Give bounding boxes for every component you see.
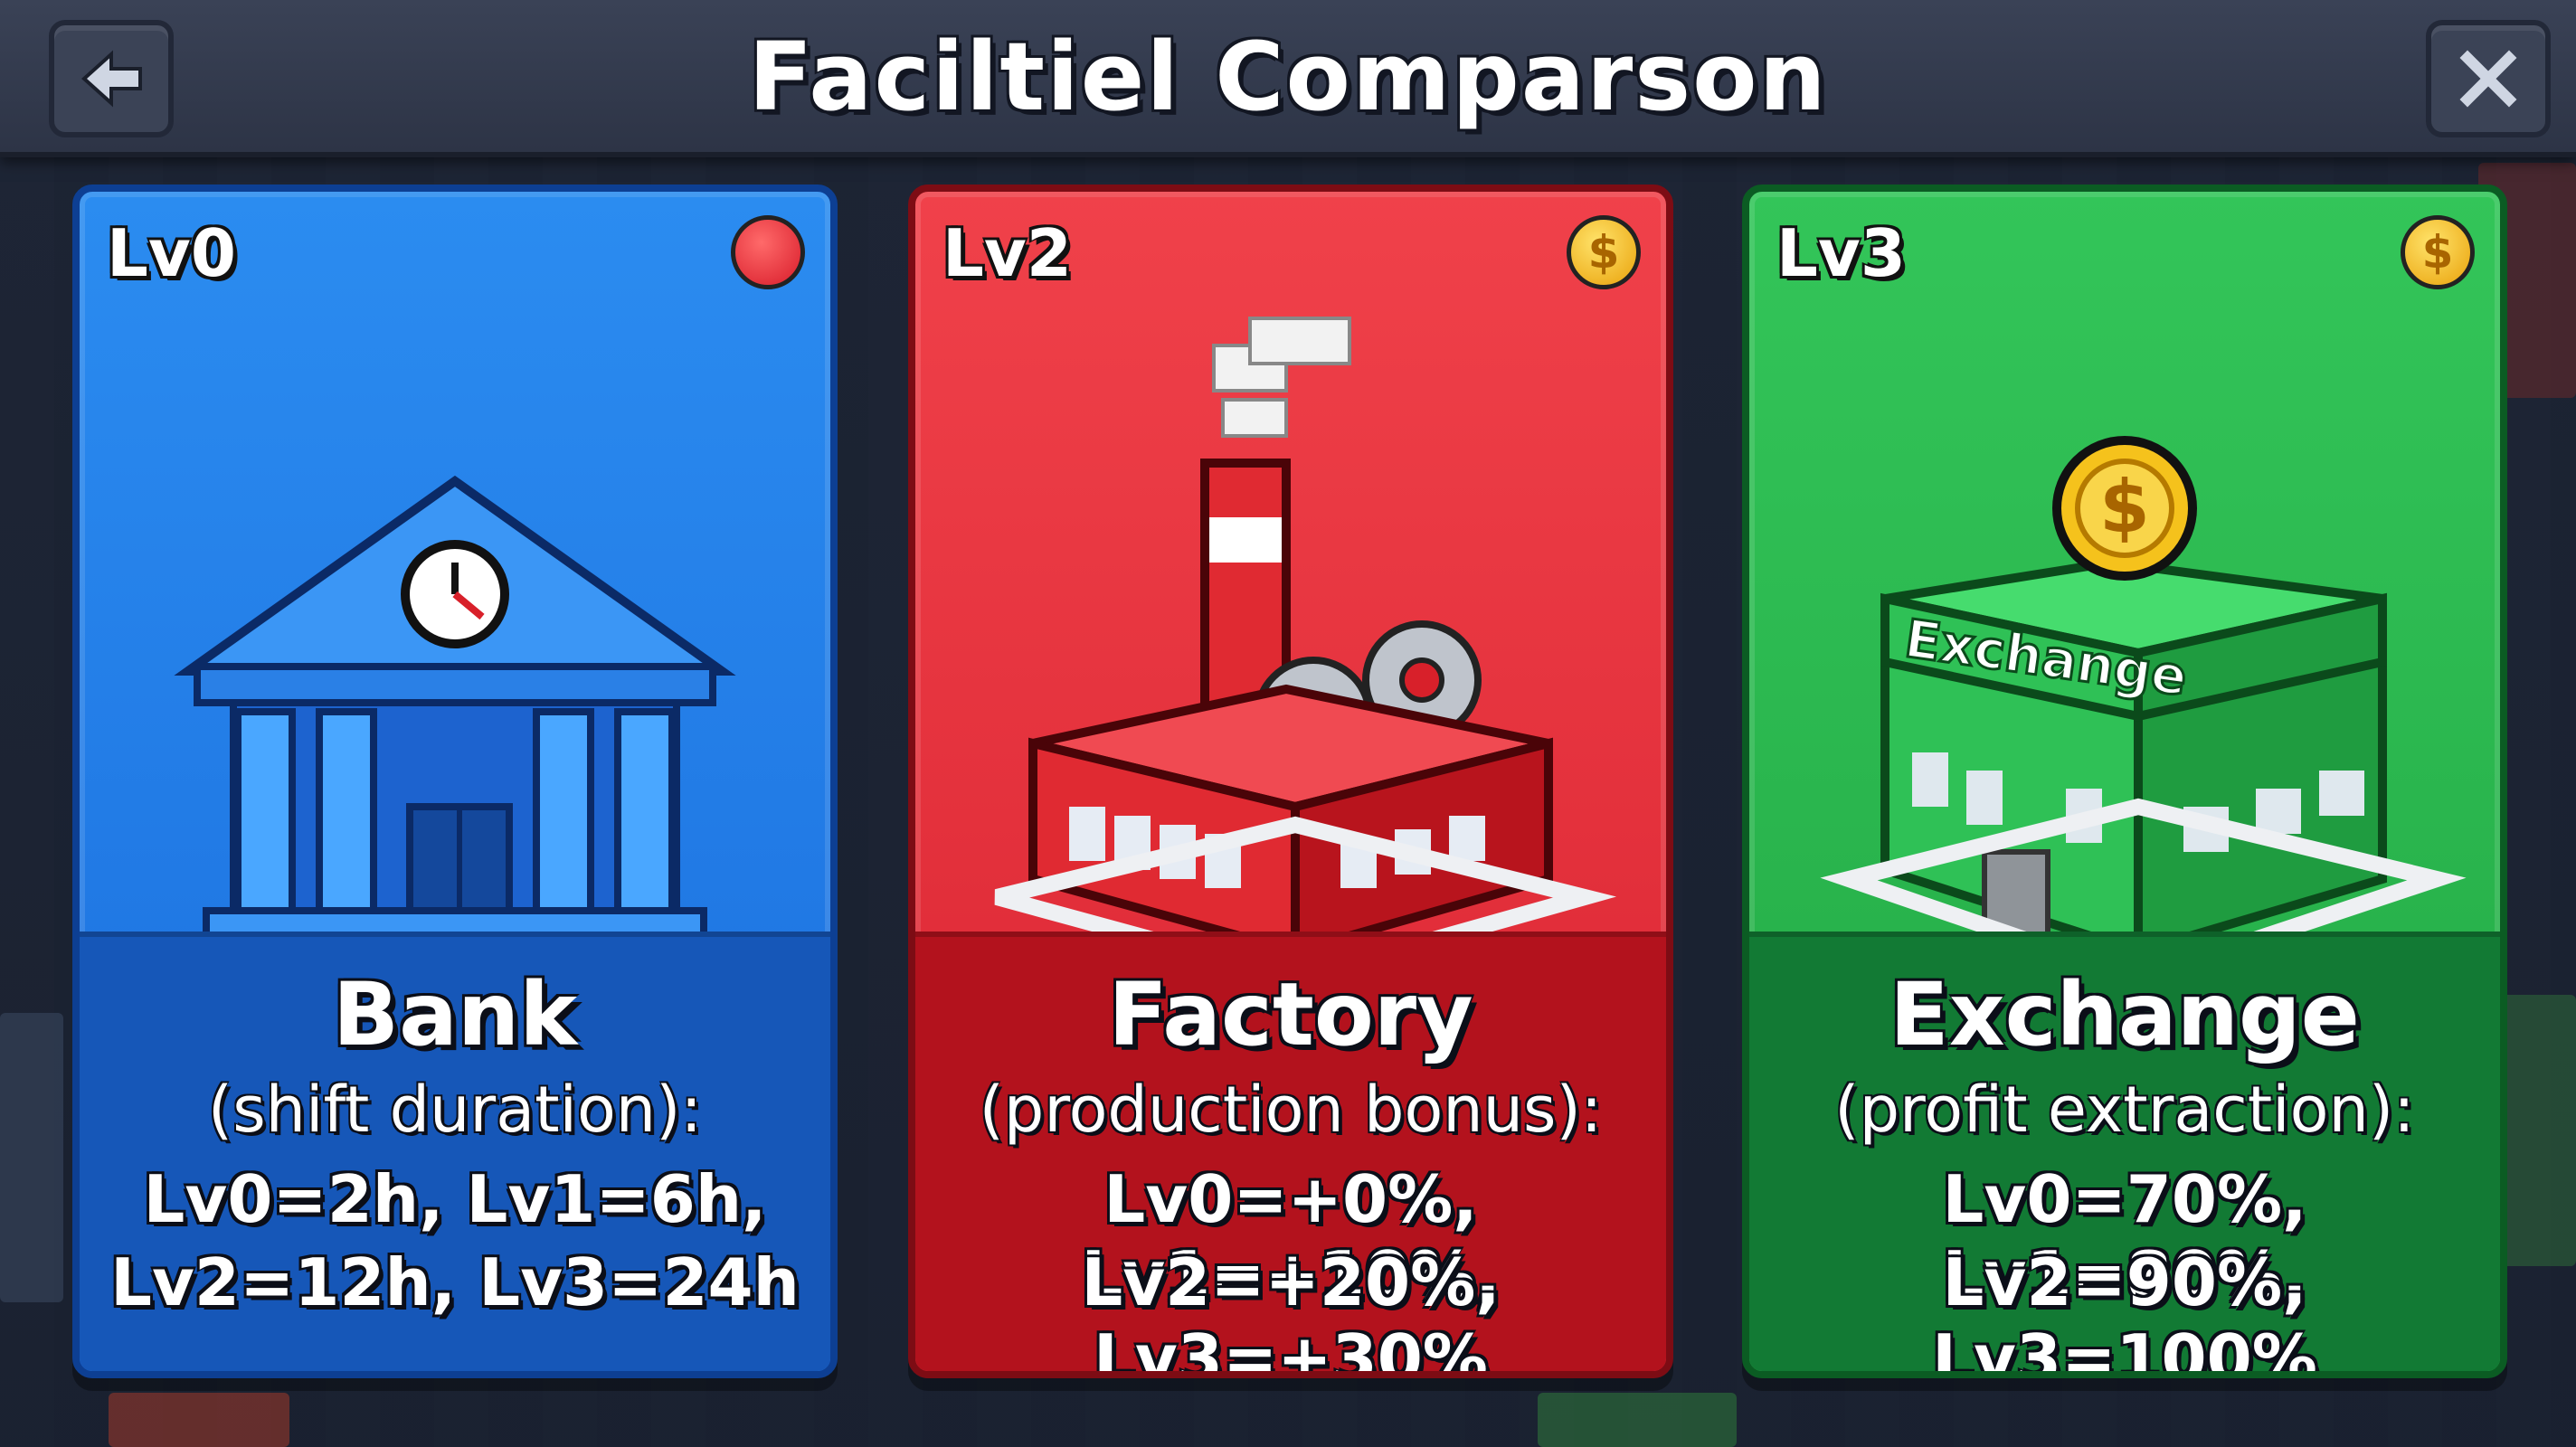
facility-name: Factory [1108, 964, 1473, 1065]
coin-symbol: $ [1587, 226, 1620, 279]
bg-building [0, 1013, 63, 1302]
factory-building-icon [994, 317, 1617, 988]
level-label: Lv3 [1776, 215, 1906, 291]
factory-info-panel: Factory (production bonus): Lv0=+0%, Lv1… [915, 932, 1666, 1371]
bg-building [109, 1393, 289, 1447]
facility-values-line: Lv2=+20%, Lv3=+30% [1081, 1244, 1501, 1378]
factory-card[interactable]: Lv2 $ Factory (production bonus): Lv0=+0… [908, 184, 1673, 1378]
title-bar: Faciltiel Comparson [0, 0, 2576, 157]
level-label: Lv0 [107, 215, 236, 291]
close-button[interactable] [2426, 20, 2551, 137]
facility-values-line: Lv0=2h, Lv1=6h, [143, 1161, 767, 1237]
bg-building [2496, 995, 2576, 1266]
coin-icon: $ [2401, 215, 2475, 289]
facility-stat: (production bonus): [979, 1073, 1603, 1147]
bank-info-panel: Bank (shift duration): Lv0=2h, Lv1=6h, L… [80, 932, 830, 1371]
facility-values-line: Lv2=12h, Lv3=24h [110, 1244, 800, 1320]
page-title: Faciltiel Comparson [748, 22, 1828, 132]
facility-name: Bank [332, 964, 578, 1065]
exchange-building-icon: Exchange $ [1820, 436, 2467, 988]
level-label: Lv2 [942, 215, 1072, 291]
facility-values-line: Lv2=90%, Lv3=100% [1932, 1244, 2317, 1378]
bg-building [1538, 1393, 1737, 1447]
bank-building-icon [174, 475, 736, 972]
coin-symbol: $ [2099, 465, 2150, 549]
red-gem-icon [731, 215, 805, 289]
close-icon [2459, 50, 2517, 108]
coin-symbol: $ [2421, 226, 2454, 279]
exchange-card[interactable]: Lv3 $ Exchange $ Exchange (profit extrac… [1742, 184, 2507, 1378]
coin-icon: $ [1567, 215, 1641, 289]
facility-stat: (profit extraction): [1834, 1073, 2415, 1147]
exchange-info-panel: Exchange (profit extraction): Lv0=70%, L… [1749, 932, 2500, 1371]
facility-stat: (shift duration): [207, 1073, 703, 1147]
facility-name: Exchange [1889, 964, 2360, 1065]
bank-card[interactable]: Lv0 Bank (shift duration): Lv0=2h, Lv1=6… [72, 184, 838, 1378]
